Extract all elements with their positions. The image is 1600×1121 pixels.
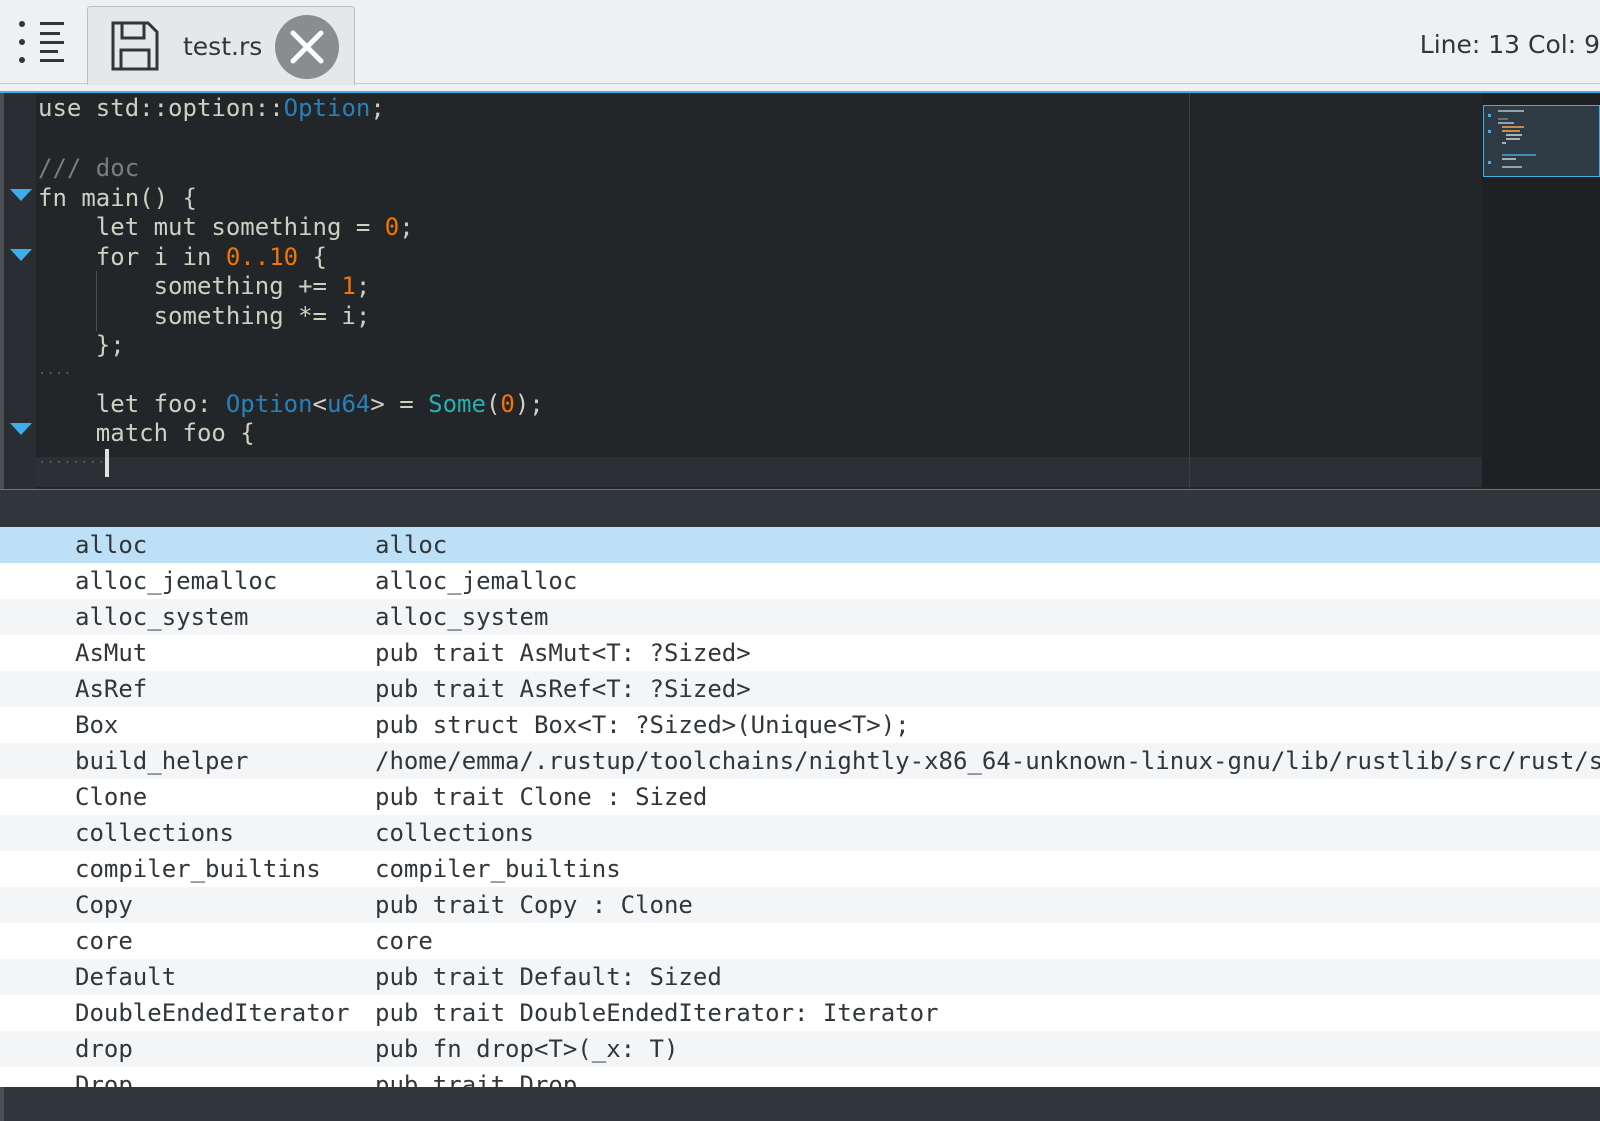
- completion-item-detail: pub trait Drop: [375, 1071, 578, 1088]
- completion-item[interactable]: collections collections: [0, 815, 1600, 851]
- close-tab-button[interactable]: [275, 15, 339, 79]
- code-line: use std::option::Option;: [38, 94, 385, 122]
- completion-item[interactable]: Box pub struct Box<T: ?Sized>(Unique<T>);: [0, 707, 1600, 743]
- completion-item[interactable]: Default pub trait Default: Sized: [0, 959, 1600, 995]
- code-line: match foo {: [38, 419, 255, 447]
- code-line: something *= i;: [38, 302, 371, 330]
- completion-item[interactable]: Copy pub trait Copy : Clone: [0, 887, 1600, 923]
- code-line: };: [38, 331, 125, 359]
- completion-item-detail: pub trait DoubleEndedIterator: Iterator: [375, 999, 939, 1027]
- code-line: /// doc: [38, 154, 140, 182]
- completion-item[interactable]: DoubleEndedIterator pub trait DoubleEnded…: [0, 995, 1600, 1031]
- completion-item-detail: pub trait AsRef<T: ?Sized>: [375, 675, 751, 703]
- completion-item-detail: pub fn drop<T>(_x: T): [375, 1035, 679, 1063]
- completion-item-name: AsMut: [75, 639, 148, 667]
- completion-item-detail: /home/emma/.rustup/toolchains/nightly-x8…: [375, 747, 1600, 775]
- completion-item-name: Box: [75, 711, 119, 739]
- panel-splitter[interactable]: [0, 489, 1600, 528]
- completion-item-detail: collections: [375, 819, 534, 847]
- completion-item-name: collections: [75, 819, 234, 847]
- completion-item-name: compiler_builtins: [75, 855, 321, 883]
- completion-item-detail: compiler_builtins: [375, 855, 621, 883]
- save-icon: [110, 20, 160, 76]
- completion-item-detail: pub trait Copy : Clone: [375, 891, 693, 919]
- fold-triangle-icon[interactable]: [10, 423, 32, 435]
- folding-gutter: [4, 93, 36, 489]
- completion-item-detail: pub struct Box<T: ?Sized>(Unique<T>);: [375, 711, 910, 739]
- code-line: let foo: Option<u64> = Some(0);: [38, 390, 544, 418]
- code-editor[interactable]: use std::option::Option; /// doc fn main…: [0, 91, 1600, 489]
- completion-item-selected[interactable]: alloc alloc: [0, 527, 1600, 563]
- completion-item-name: DoubleEndedIterator: [75, 999, 350, 1027]
- toolbar: test.rs Line: 13 Col: 9: [0, 0, 1600, 85]
- minimap-viewport[interactable]: [1483, 105, 1600, 177]
- completion-item-detail: pub trait Clone : Sized: [375, 783, 708, 811]
- tab-title: test.rs: [183, 32, 263, 61]
- completion-item[interactable]: core core: [0, 923, 1600, 959]
- word-wrap-marker: [1189, 93, 1190, 489]
- completion-item-name: build_helper: [75, 747, 249, 775]
- completion-item-name: core: [75, 927, 133, 955]
- completion-item-name: alloc: [75, 531, 148, 559]
- completion-item-name: alloc_jemalloc: [75, 567, 278, 595]
- completion-item[interactable]: Drop pub trait Drop: [0, 1067, 1600, 1088]
- completion-item-name: Drop: [75, 1071, 133, 1088]
- completion-item-name: alloc_system: [75, 603, 249, 631]
- completion-item[interactable]: alloc_jemalloc alloc_jemalloc: [0, 563, 1600, 599]
- completion-item-detail: alloc_system: [375, 603, 549, 631]
- completion-item[interactable]: AsRef pub trait AsRef<T: ?Sized>: [0, 671, 1600, 707]
- code-line: something += 1;: [38, 272, 371, 300]
- completion-item[interactable]: compiler_builtins compiler_builtins: [0, 851, 1600, 887]
- completion-item-detail: pub trait AsMut<T: ?Sized>: [375, 639, 751, 667]
- completion-item-name: Clone: [75, 783, 148, 811]
- completion-list[interactable]: alloc alloc alloc_jemalloc alloc_jemalloc al…: [0, 527, 1600, 1088]
- minimap[interactable]: [1482, 93, 1600, 489]
- current-line: ········: [38, 448, 110, 478]
- completion-item-name: Default: [75, 963, 177, 991]
- completion-item-name: drop: [75, 1035, 133, 1063]
- completion-item[interactable]: Clone pub trait Clone : Sized: [0, 779, 1600, 815]
- completion-item-detail: alloc_jemalloc: [375, 567, 578, 595]
- text-cursor: [105, 449, 110, 477]
- fold-triangle-icon[interactable]: [10, 189, 32, 201]
- tab-test-rs[interactable]: test.rs: [87, 6, 355, 85]
- code-line: for i in 0..10 {: [38, 243, 327, 271]
- close-icon: [290, 30, 324, 64]
- completion-item-detail: alloc: [375, 531, 448, 559]
- completion-item-detail: pub trait Default: Sized: [375, 963, 722, 991]
- completion-item-detail: core: [375, 927, 433, 955]
- bottom-panel: [0, 1087, 1600, 1121]
- completion-item[interactable]: AsMut pub trait AsMut<T: ?Sized>: [0, 635, 1600, 671]
- completion-item-name: Copy: [75, 891, 133, 919]
- cursor-position-status: Line: 13 Col: 9: [1419, 30, 1600, 59]
- completion-item[interactable]: drop pub fn drop<T>(_x: T): [0, 1031, 1600, 1067]
- code-line: fn main() {: [38, 184, 197, 212]
- hamburger-list-icon[interactable]: [12, 18, 70, 68]
- completion-item[interactable]: alloc_system alloc_system: [0, 599, 1600, 635]
- whitespace-line: ····: [38, 366, 72, 382]
- code-line: let mut something = 0;: [38, 213, 414, 241]
- completion-item[interactable]: build_helper/home/emma/.rustup/toolchain…: [0, 743, 1600, 779]
- fold-triangle-icon[interactable]: [10, 249, 32, 261]
- completion-item-name: AsRef: [75, 675, 148, 703]
- current-line-highlight: [36, 457, 1488, 487]
